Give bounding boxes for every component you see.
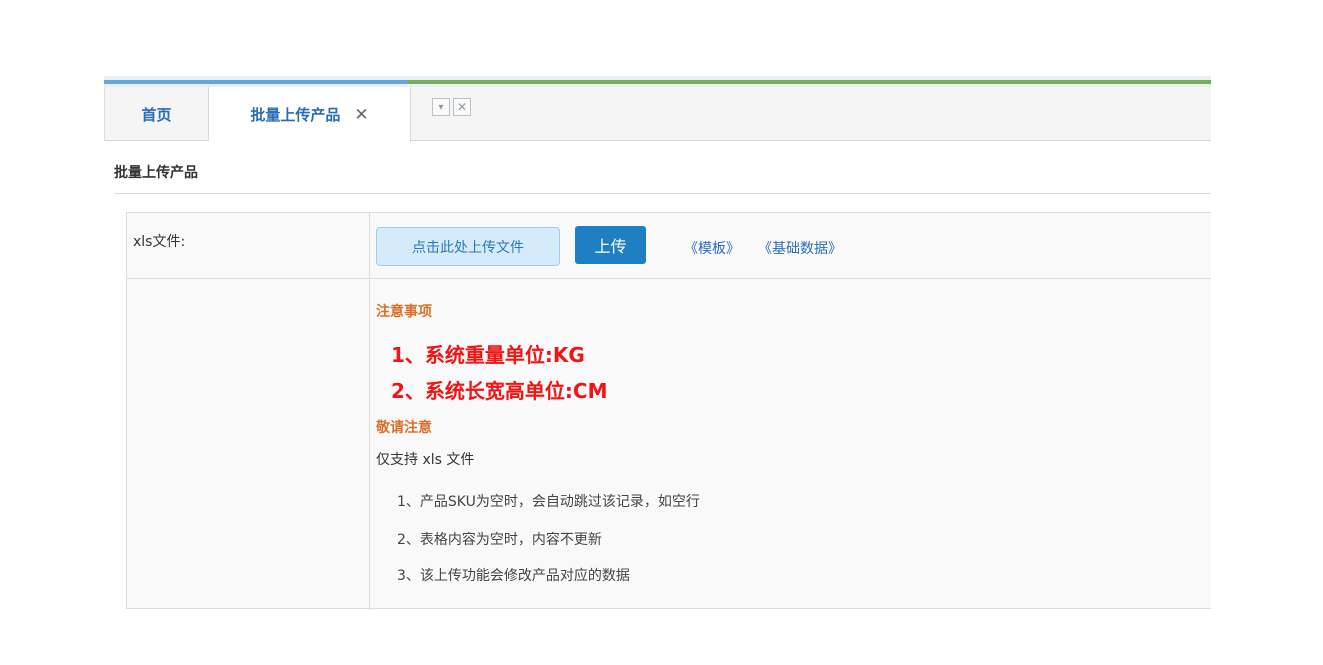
weight-unit-warning: 1、系统重量单位:KG xyxy=(391,343,585,367)
file-label-cell: xls文件: xyxy=(127,213,370,278)
dimension-unit-warning: 2、系统长宽高单位:CM xyxy=(391,379,608,403)
topbar-blue-segment xyxy=(104,80,408,84)
top-progress-bar xyxy=(104,76,1211,87)
rule-item: 3、该上传功能会修改产品对应的数据 xyxy=(397,568,630,584)
notes-title-2: 敬请注意 xyxy=(376,420,432,436)
tab-batch-upload-label: 批量上传产品 xyxy=(250,106,341,124)
title-divider xyxy=(114,193,1211,194)
close-all-tabs-icon[interactable]: ✕ xyxy=(453,98,471,116)
rule-item: 2、表格内容为空时，内容不更新 xyxy=(397,532,602,548)
base-data-link[interactable]: 《基础数据》 xyxy=(758,238,842,258)
choose-file-button[interactable]: 点击此处上传文件 xyxy=(376,227,560,266)
tab-close-icon[interactable]: ✕ xyxy=(354,105,368,125)
template-link[interactable]: 《模板》 xyxy=(684,238,740,258)
rule-item: 1、产品SKU为空时，会自动跳过该记录，如空行 xyxy=(397,494,700,510)
supported-format-text: 仅支持 xls 文件 xyxy=(376,452,475,468)
file-row: xls文件: 点击此处上传文件 上传 《模板》 《基础数据》 xyxy=(127,213,1211,279)
topbar-green-segment xyxy=(408,80,1211,84)
notes-row: 注意事项 1、系统重量单位:KG 2、系统长宽高单位:CM 敬请注意 仅支持 x… xyxy=(127,279,1211,610)
upload-submit-button[interactable]: 上传 xyxy=(575,226,646,264)
notes-label-cell xyxy=(127,279,370,610)
page-title: 批量上传产品 xyxy=(114,165,198,181)
tab-bar: 首页 批量上传产品 ✕ ▾ ✕ xyxy=(104,87,1211,142)
tab-batch-upload[interactable]: 批量上传产品 ✕ xyxy=(209,87,411,142)
tab-home-label: 首页 xyxy=(141,105,172,124)
file-field-label: xls文件: xyxy=(133,234,186,250)
main-frame: 首页 批量上传产品 ✕ ▾ ✕ 批量上传产品 xls文件: 点击此处上传文件 上… xyxy=(104,76,1211,636)
tab-dropdown-icon[interactable]: ▾ xyxy=(432,98,450,116)
tab-home[interactable]: 首页 xyxy=(105,87,209,141)
upload-form-table: xls文件: 点击此处上传文件 上传 《模板》 《基础数据》 注意事项 1、系统… xyxy=(126,212,1211,610)
notes-title: 注意事项 xyxy=(376,304,432,320)
